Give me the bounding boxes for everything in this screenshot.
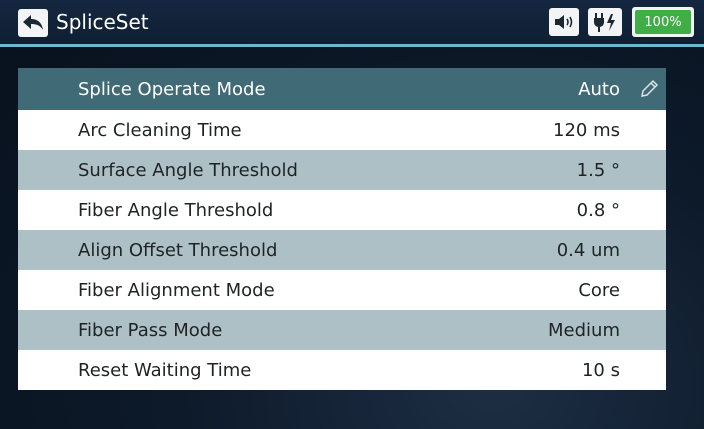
back-button[interactable] bbox=[18, 9, 48, 37]
setting-row[interactable]: Fiber Angle Threshold 0.8 ° bbox=[18, 190, 666, 230]
setting-value: 10 s bbox=[581, 359, 620, 381]
setting-row[interactable]: Splice Operate Mode Auto bbox=[18, 68, 666, 110]
setting-value: 0.8 ° bbox=[576, 199, 620, 221]
header-divider bbox=[0, 44, 704, 47]
back-arrow-icon bbox=[23, 15, 43, 30]
setting-label: Fiber Alignment Mode bbox=[78, 279, 275, 301]
setting-label: Splice Operate Mode bbox=[78, 78, 266, 100]
setting-label: Fiber Pass Mode bbox=[78, 319, 223, 341]
setting-row[interactable]: Surface Angle Threshold 1.5 ° bbox=[18, 150, 666, 190]
plug-power-icon bbox=[594, 13, 615, 32]
setting-value: 1.5 ° bbox=[576, 159, 620, 181]
setting-row[interactable]: Align Offset Threshold 0.4 um bbox=[18, 230, 666, 270]
battery-indicator: 100% bbox=[632, 7, 694, 37]
setting-label: Reset Waiting Time bbox=[78, 359, 252, 381]
pencil-icon[interactable] bbox=[638, 78, 660, 100]
sound-button[interactable] bbox=[549, 8, 579, 36]
power-status bbox=[588, 8, 622, 36]
setting-label: Arc Cleaning Time bbox=[78, 119, 242, 141]
setting-label: Fiber Angle Threshold bbox=[78, 199, 274, 221]
setting-label: Align Offset Threshold bbox=[78, 239, 278, 261]
settings-list: Splice Operate Mode Auto Arc Cleaning Time… bbox=[18, 68, 666, 390]
page-title: SpliceSet bbox=[56, 10, 149, 34]
header-bar: SpliceSet 100% bbox=[0, 0, 704, 44]
setting-value: 120 ms bbox=[553, 119, 620, 141]
setting-row[interactable]: Arc Cleaning Time 120 ms bbox=[18, 110, 666, 150]
setting-value: Core bbox=[578, 279, 620, 301]
setting-value: 0.4 um bbox=[556, 239, 620, 261]
setting-row[interactable]: Fiber Pass Mode Medium bbox=[18, 310, 666, 350]
setting-value: Medium bbox=[548, 319, 620, 341]
speaker-icon bbox=[555, 15, 573, 29]
setting-row[interactable]: Reset Waiting Time 10 s bbox=[18, 350, 666, 390]
setting-row[interactable]: Fiber Alignment Mode Core bbox=[18, 270, 666, 310]
splice-settings-screen: SpliceSet 100% Splice Operate Mode Auto Ar… bbox=[0, 0, 704, 429]
battery-level: 100% bbox=[635, 10, 691, 34]
setting-value: Auto bbox=[578, 78, 620, 100]
setting-label: Surface Angle Threshold bbox=[78, 159, 298, 181]
